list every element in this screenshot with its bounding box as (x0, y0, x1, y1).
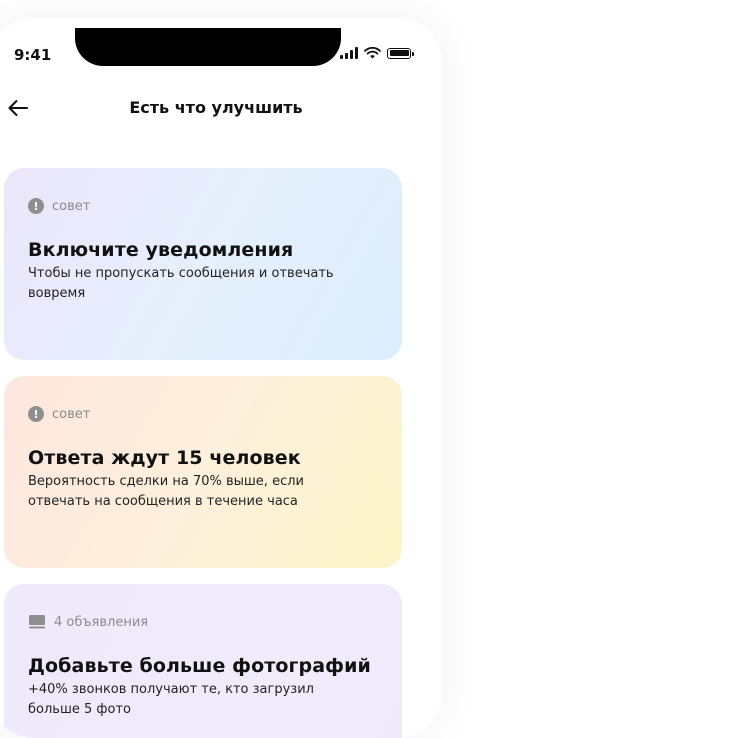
card-title: Ответа ждут 15 человек (28, 447, 301, 469)
info-icon: ! (28, 406, 44, 422)
status-icons (340, 47, 414, 59)
page-title: Есть что улучшить (129, 98, 303, 117)
status-time: 9:41 (14, 46, 52, 64)
card-tag-text: совет (52, 198, 91, 214)
card-title: Включите уведомления (28, 239, 294, 261)
wifi-icon (364, 47, 381, 59)
card-tag: ! совет (28, 196, 378, 216)
info-icon: ! (28, 198, 44, 214)
phone-frame: 9:41 Есть что улучшить ! совет Включите … (0, 18, 442, 738)
card-tag: 4 объявления (28, 612, 378, 632)
card-tag-text: совет (52, 406, 91, 422)
card-tag: ! совет (28, 404, 378, 424)
card-text: +40% звонков получают те, кто загрузил б… (28, 682, 314, 717)
card-text: Чтобы не пропускать сообщения и отвечать… (28, 266, 334, 301)
battery-icon (387, 47, 414, 59)
tip-card-waiting-replies[interactable]: ! совет Ответа ждут 15 человек Вероятнос… (4, 376, 402, 568)
tip-card-add-photos[interactable]: 4 объявления Добавьте больше фотографий … (4, 584, 402, 738)
tip-card-notifications[interactable]: ! совет Включите уведомления Чтобы не пр… (4, 168, 402, 360)
listing-icon (29, 615, 45, 629)
signal-icon (340, 47, 358, 59)
header: Есть что улучшить (0, 90, 442, 126)
card-tag-text: 4 объявления (54, 614, 149, 630)
notch (75, 28, 341, 66)
card-title: Добавьте больше фотографий (28, 655, 371, 677)
card-text: Вероятность сделки на 70% выше, если отв… (28, 474, 304, 509)
